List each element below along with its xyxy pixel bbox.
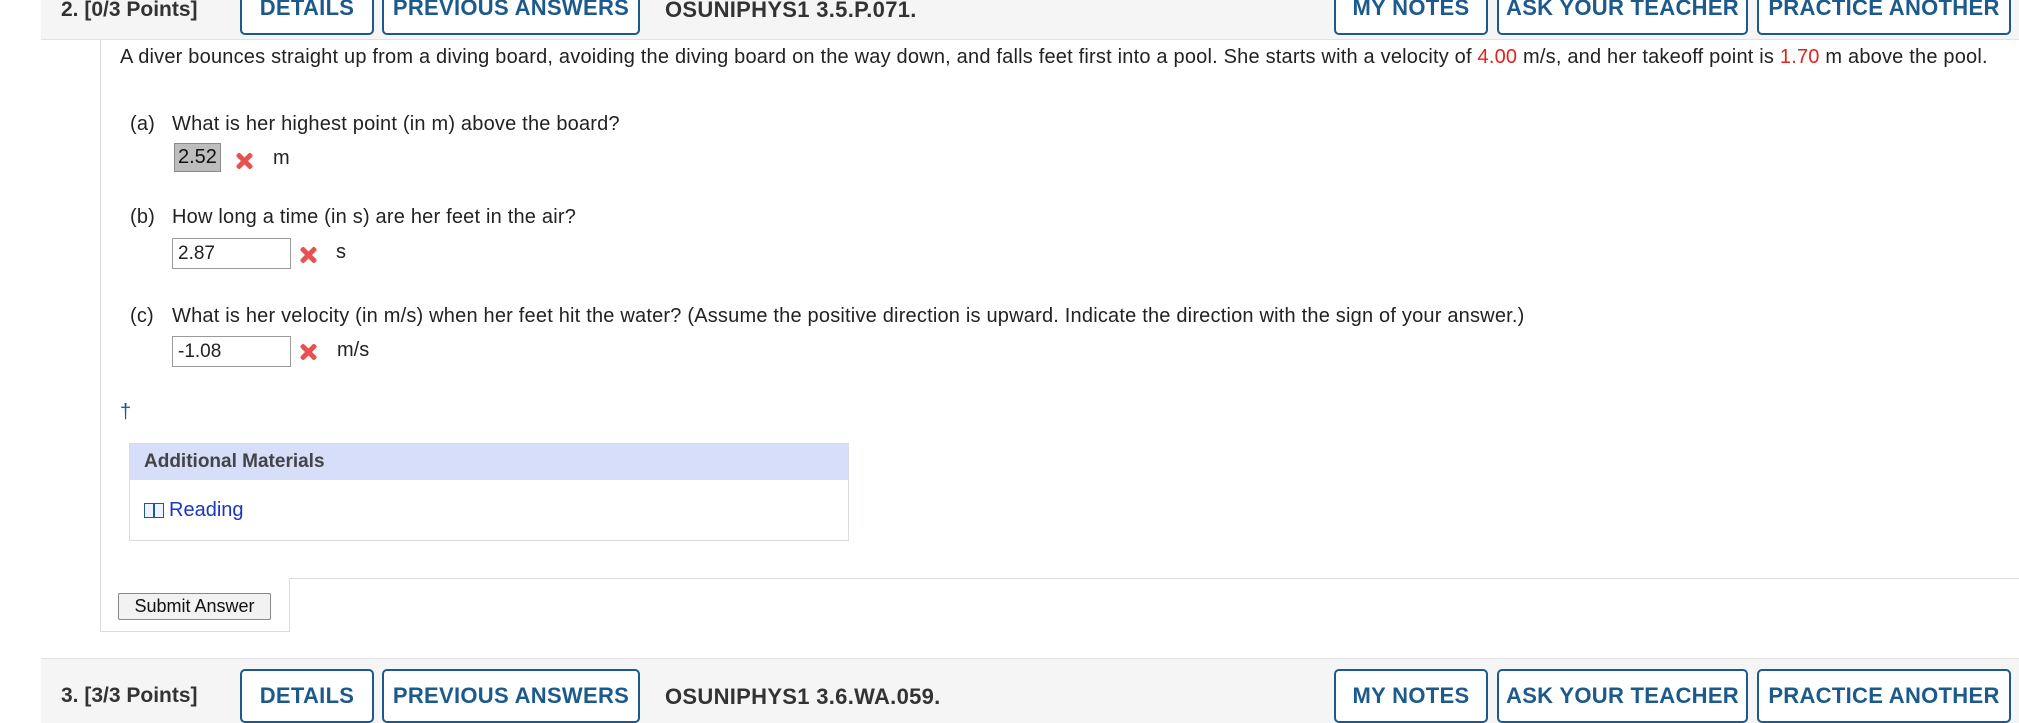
question-points: 2. [0/3 Points]: [61, 0, 198, 21]
practice-another-button[interactable]: PRACTICE ANOTHER: [1757, 0, 2011, 35]
additional-materials-heading: Additional Materials: [130, 444, 848, 480]
part-label: (b): [130, 206, 156, 228]
details-button[interactable]: DETAILS: [240, 0, 374, 35]
book-icon: [144, 502, 165, 519]
part-a-question: (a) What is her highest point (in m) abov…: [130, 113, 620, 136]
part-question-text: How long a time (in s) are her feet in t…: [172, 206, 577, 228]
previous-answers-button[interactable]: PREVIOUS ANSWERS: [382, 669, 640, 723]
part-label: (a): [130, 113, 156, 135]
incorrect-icon: [234, 151, 254, 171]
part-a-answer: 2.52: [174, 143, 221, 172]
question-3-header: 3. [3/3 Points] DETAILS PREVIOUS ANSWERS…: [41, 658, 2019, 723]
card-divider-vertical: [289, 579, 290, 632]
height-value: 1.70: [1779, 46, 1820, 68]
submit-answer-button[interactable]: Submit Answer: [118, 593, 271, 620]
ask-your-teacher-button[interactable]: ASK YOUR TEACHER: [1497, 669, 1748, 723]
footnote-dagger: †: [120, 401, 132, 423]
reading-link[interactable]: Reading: [144, 499, 244, 522]
question-2-header: 2. [0/3 Points] DETAILS PREVIOUS ANSWERS…: [41, 0, 2019, 40]
part-question-text: What is her highest point (in m) above t…: [172, 113, 620, 135]
part-c-question: (c) What is her velocity (in m/s) when he…: [130, 305, 1525, 328]
previous-answers-button[interactable]: PREVIOUS ANSWERS: [382, 0, 640, 35]
part-b-question: (b) How long a time (in s) are her feet i…: [130, 206, 576, 229]
part-b-unit: s: [336, 241, 346, 263]
card-divider: [289, 578, 2019, 579]
part-c-answer-input[interactable]: -1.08: [172, 336, 291, 367]
my-notes-button[interactable]: MY NOTES: [1334, 0, 1488, 35]
practice-another-button[interactable]: PRACTICE ANOTHER: [1757, 669, 2011, 723]
incorrect-icon: [298, 245, 318, 265]
my-notes-button[interactable]: MY NOTES: [1334, 669, 1488, 723]
velocity-value: 4.00: [1477, 46, 1518, 68]
problem-statement: A diver bounces straight up from a divin…: [120, 46, 1988, 68]
question-points: 3. [3/3 Points]: [61, 684, 198, 707]
part-b-answer-input[interactable]: 2.87: [172, 238, 291, 269]
part-a-unit: m: [273, 147, 290, 169]
card-bottom-border: [100, 631, 290, 632]
part-question-text: What is her velocity (in m/s) when her f…: [172, 305, 1525, 327]
question-code: OSUNIPHYS1 3.6.WA.059.: [665, 684, 941, 709]
part-c-unit: m/s: [337, 339, 370, 361]
ask-your-teacher-button[interactable]: ASK YOUR TEACHER: [1497, 0, 1748, 35]
part-label: (c): [130, 305, 154, 327]
question-code: OSUNIPHYS1 3.5.P.071.: [665, 0, 917, 22]
incorrect-icon: [298, 342, 318, 362]
reading-link-label[interactable]: Reading: [169, 499, 244, 522]
additional-materials-panel: Additional Materials Reading: [129, 443, 849, 541]
details-button[interactable]: DETAILS: [240, 669, 374, 723]
